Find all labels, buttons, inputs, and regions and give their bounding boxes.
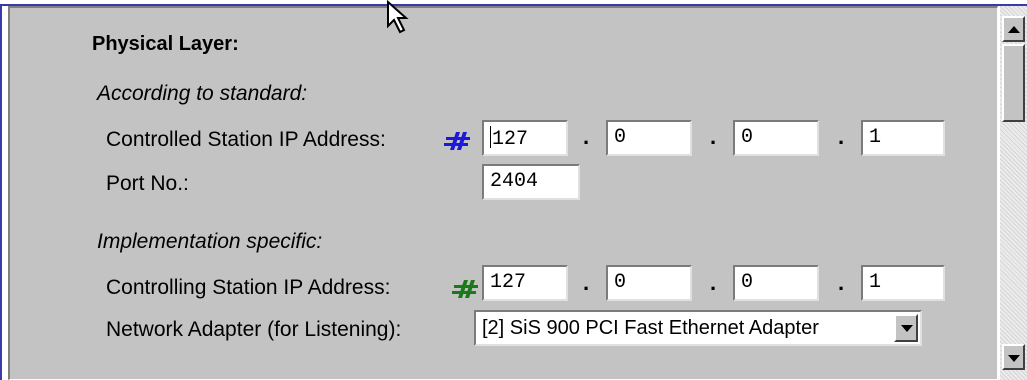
controlled-ip-octet-4[interactable]: 1 <box>861 120 945 156</box>
scroll-up-button[interactable] <box>1002 16 1025 42</box>
controlling-ip-octet-2[interactable]: 0 <box>606 265 692 301</box>
mouse-cursor-icon <box>387 0 409 34</box>
network-icon <box>452 280 478 298</box>
text-caret <box>490 126 491 148</box>
controlled-ip-octet-3[interactable]: 0 <box>733 120 819 156</box>
according-to-standard-heading: According to standard: <box>97 82 308 105</box>
controlled-ip-octet-2[interactable]: 0 <box>606 120 692 156</box>
arrow-down-icon <box>1008 355 1020 362</box>
network-adapter-label: Network Adapter (for Listening): <box>106 318 402 341</box>
window-left-border <box>0 4 2 380</box>
controlling-ip-octet-3[interactable]: 0 <box>733 265 819 301</box>
ip-separator-dot: . <box>583 270 590 295</box>
port-no-input[interactable]: 2404 <box>482 164 580 200</box>
controlling-ip-octet-4[interactable]: 1 <box>861 265 945 301</box>
octet-value: 127 <box>492 128 529 151</box>
controlling-station-ip-label: Controlling Station IP Address: <box>106 276 391 299</box>
ip-separator-dot: . <box>710 270 717 295</box>
controlled-station-ip-label: Controlled Station IP Address: <box>106 128 386 151</box>
ip-separator-dot: . <box>583 124 590 149</box>
arrow-up-icon <box>1008 26 1020 33</box>
vertical-scrollbar[interactable] <box>1000 6 1027 380</box>
ip-separator-dot: . <box>710 124 717 149</box>
network-adapter-value: [2] SiS 900 PCI Fast Ethernet Adapter <box>482 317 819 339</box>
port-no-label: Port No.: <box>106 172 189 195</box>
network-adapter-select[interactable]: [2] SiS 900 PCI Fast Ethernet Adapter <box>474 310 922 346</box>
ip-separator-dot: . <box>838 124 845 149</box>
scrollbar-thumb[interactable] <box>1002 44 1025 122</box>
network-icon <box>444 132 470 150</box>
implementation-specific-heading: Implementation specific: <box>97 230 323 253</box>
chevron-down-icon <box>901 325 913 332</box>
controlling-ip-octet-1[interactable]: 127 <box>482 265 568 301</box>
physical-layer-title: Physical Layer: <box>92 33 239 55</box>
scroll-down-button[interactable] <box>1002 344 1025 370</box>
ip-separator-dot: . <box>838 270 845 295</box>
controlled-ip-octet-1[interactable]: 127 <box>482 120 568 156</box>
dropdown-button[interactable] <box>894 314 918 342</box>
